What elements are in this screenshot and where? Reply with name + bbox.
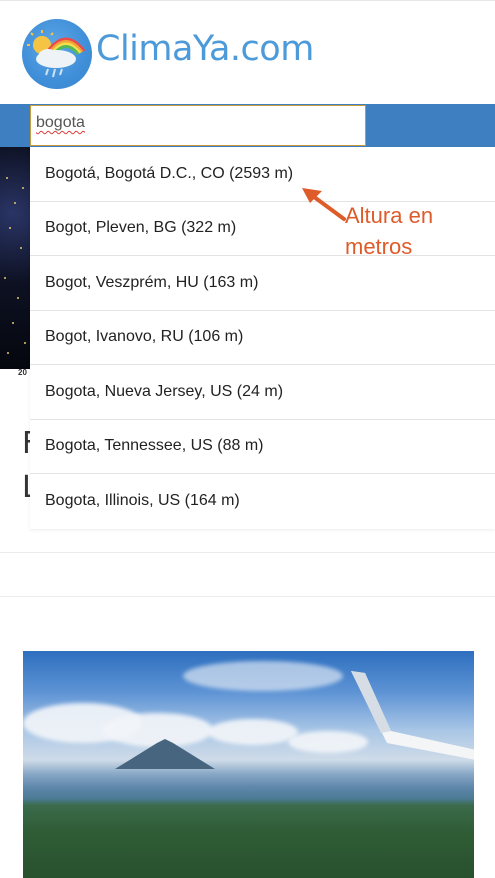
suggestion-item[interactable]: Bogota, Tennessee, US (88 m) (30, 419, 495, 474)
suggestion-item[interactable]: Bogota, Illinois, US (164 m) (30, 474, 495, 529)
suggestion-item[interactable]: Bogot, Ivanovo, RU (106 m) (30, 310, 495, 365)
site-header: ClimaYa.com (0, 0, 495, 104)
suggestion-item[interactable]: Bogot, Veszprém, HU (163 m) (30, 256, 495, 311)
annotation-label: Altura en metros (345, 203, 434, 259)
satellite-map-image (0, 147, 31, 369)
suggestion-item[interactable]: Bogotá, Bogotá D.C., CO (2593 m) (30, 147, 495, 202)
site-logo-text[interactable]: ClimaYa.com (96, 29, 314, 69)
weather-logo-icon[interactable] (22, 19, 92, 89)
annotation-arrow-icon (302, 188, 346, 221)
section-divider (0, 552, 495, 553)
section-divider (0, 596, 495, 597)
aerial-photo (23, 651, 474, 878)
volcano-shape (115, 739, 215, 769)
suggestion-item[interactable]: Bogota, Nueva Jersey, US (24 m) (30, 365, 495, 420)
satellite-caption: 20 (18, 368, 27, 377)
search-input-value[interactable]: bogota (36, 114, 85, 132)
airplane-wing (351, 671, 474, 760)
